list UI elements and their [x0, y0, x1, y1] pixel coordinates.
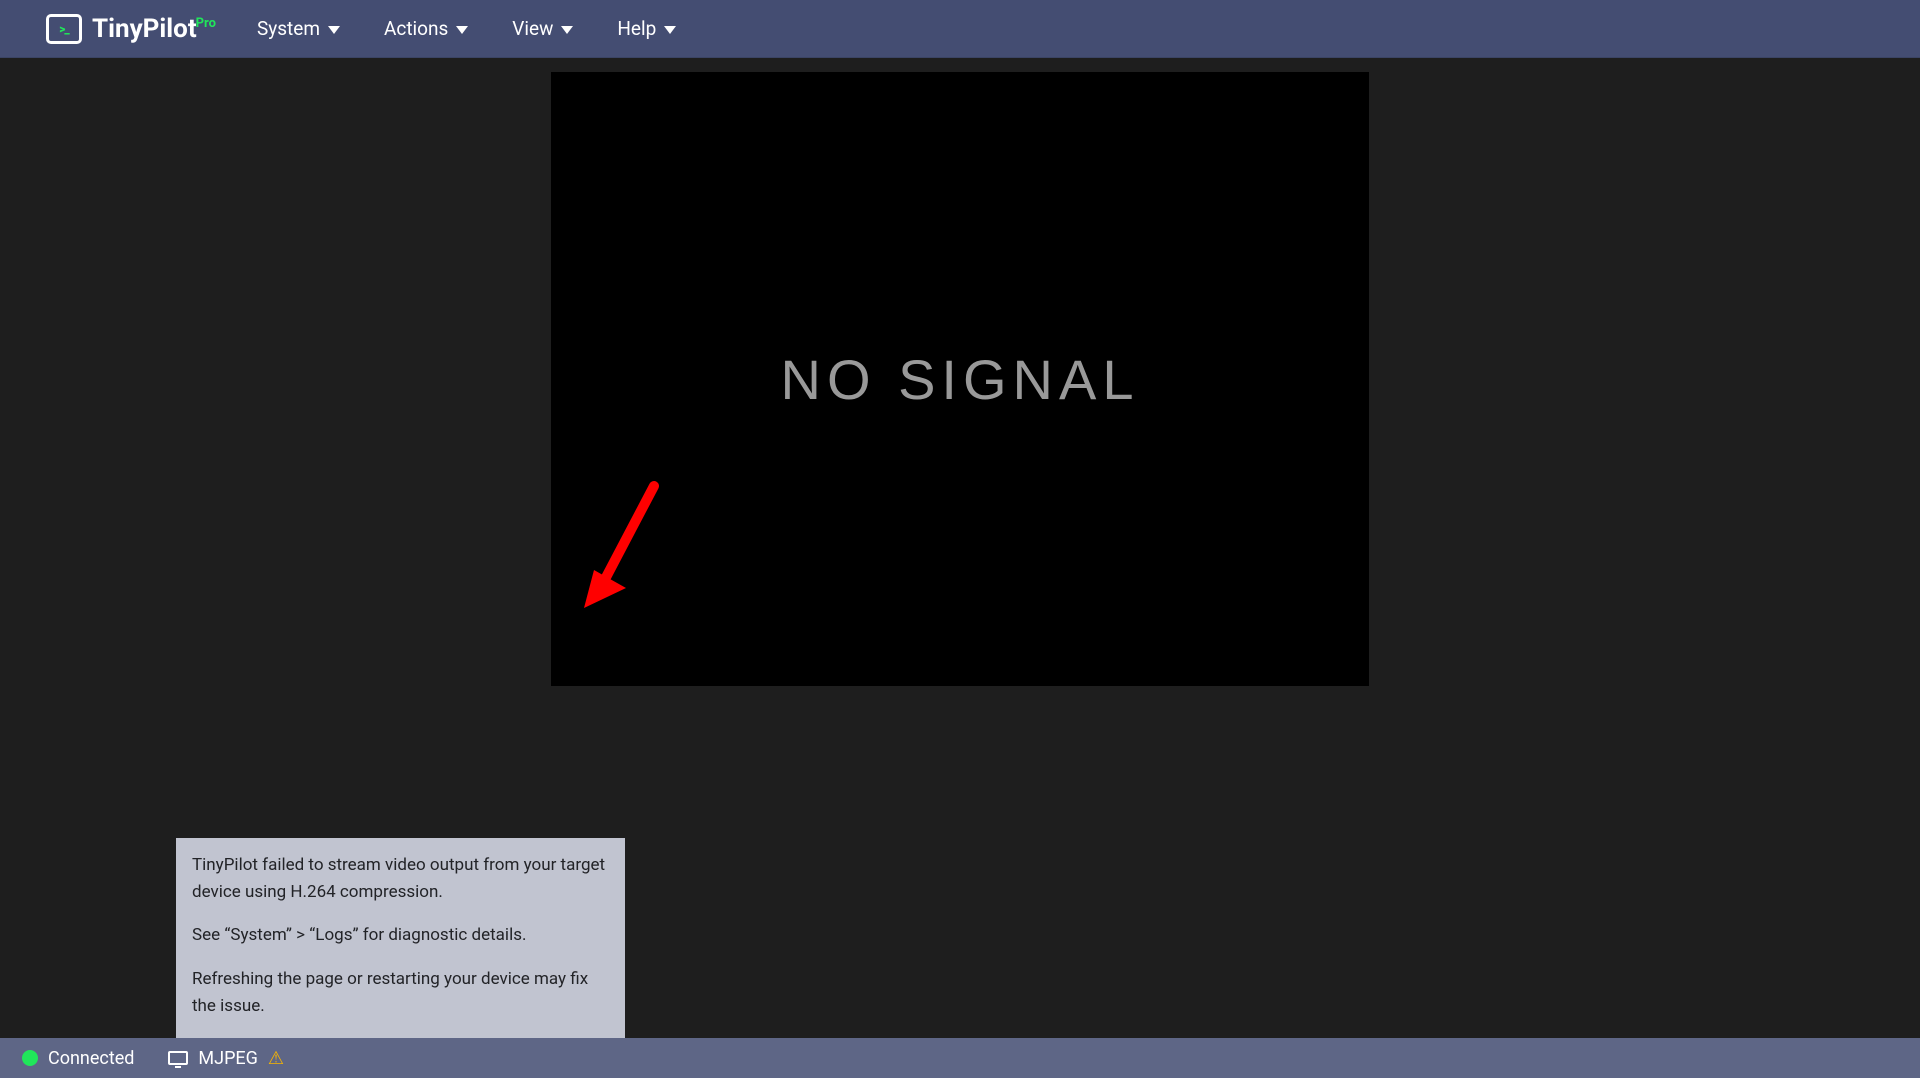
main-area: NO SIGNAL TinyPilot failed to stream vid…: [0, 58, 1920, 1038]
status-bar: Connected MJPEG ⚠: [0, 1038, 1920, 1078]
status-dot-icon: [22, 1050, 38, 1066]
tooltip-line-1: TinyPilot failed to stream video output …: [192, 852, 609, 906]
stream-error-tooltip: TinyPilot failed to stream video output …: [176, 838, 625, 1038]
chevron-down-icon: [456, 26, 468, 34]
logo[interactable]: >_ TinyPilotPro: [46, 14, 217, 44]
logo-icon: >_: [46, 14, 82, 44]
tooltip-line-2: See “System” > “Logs” for diagnostic det…: [192, 922, 609, 949]
stream-status[interactable]: MJPEG ⚠: [168, 1048, 284, 1069]
menu-system[interactable]: System: [257, 17, 340, 40]
navbar: >_ TinyPilotPro System Actions View Help: [0, 0, 1920, 58]
chevron-down-icon: [561, 26, 573, 34]
menu-help-label: Help: [617, 17, 656, 40]
menu-actions-label: Actions: [384, 17, 448, 40]
warning-icon: ⚠: [268, 1048, 284, 1069]
connection-status-label: Connected: [48, 1048, 134, 1069]
monitor-icon: [168, 1051, 188, 1065]
menu-system-label: System: [257, 17, 320, 40]
no-signal-text: NO SIGNAL: [781, 347, 1140, 412]
menu-actions[interactable]: Actions: [384, 17, 468, 40]
logo-tier: Pro: [196, 16, 216, 31]
tooltip-line-3: Refreshing the page or restarting your d…: [192, 966, 609, 1020]
connection-status[interactable]: Connected: [22, 1048, 134, 1069]
stream-mode-label: MJPEG: [198, 1048, 258, 1069]
menu-bar: System Actions View Help: [257, 17, 676, 40]
menu-help[interactable]: Help: [617, 17, 676, 40]
logo-text: TinyPilot: [92, 14, 197, 44]
menu-view[interactable]: View: [512, 17, 573, 40]
chevron-down-icon: [328, 26, 340, 34]
remote-screen[interactable]: NO SIGNAL: [551, 72, 1369, 686]
chevron-down-icon: [664, 26, 676, 34]
menu-view-label: View: [512, 17, 553, 40]
